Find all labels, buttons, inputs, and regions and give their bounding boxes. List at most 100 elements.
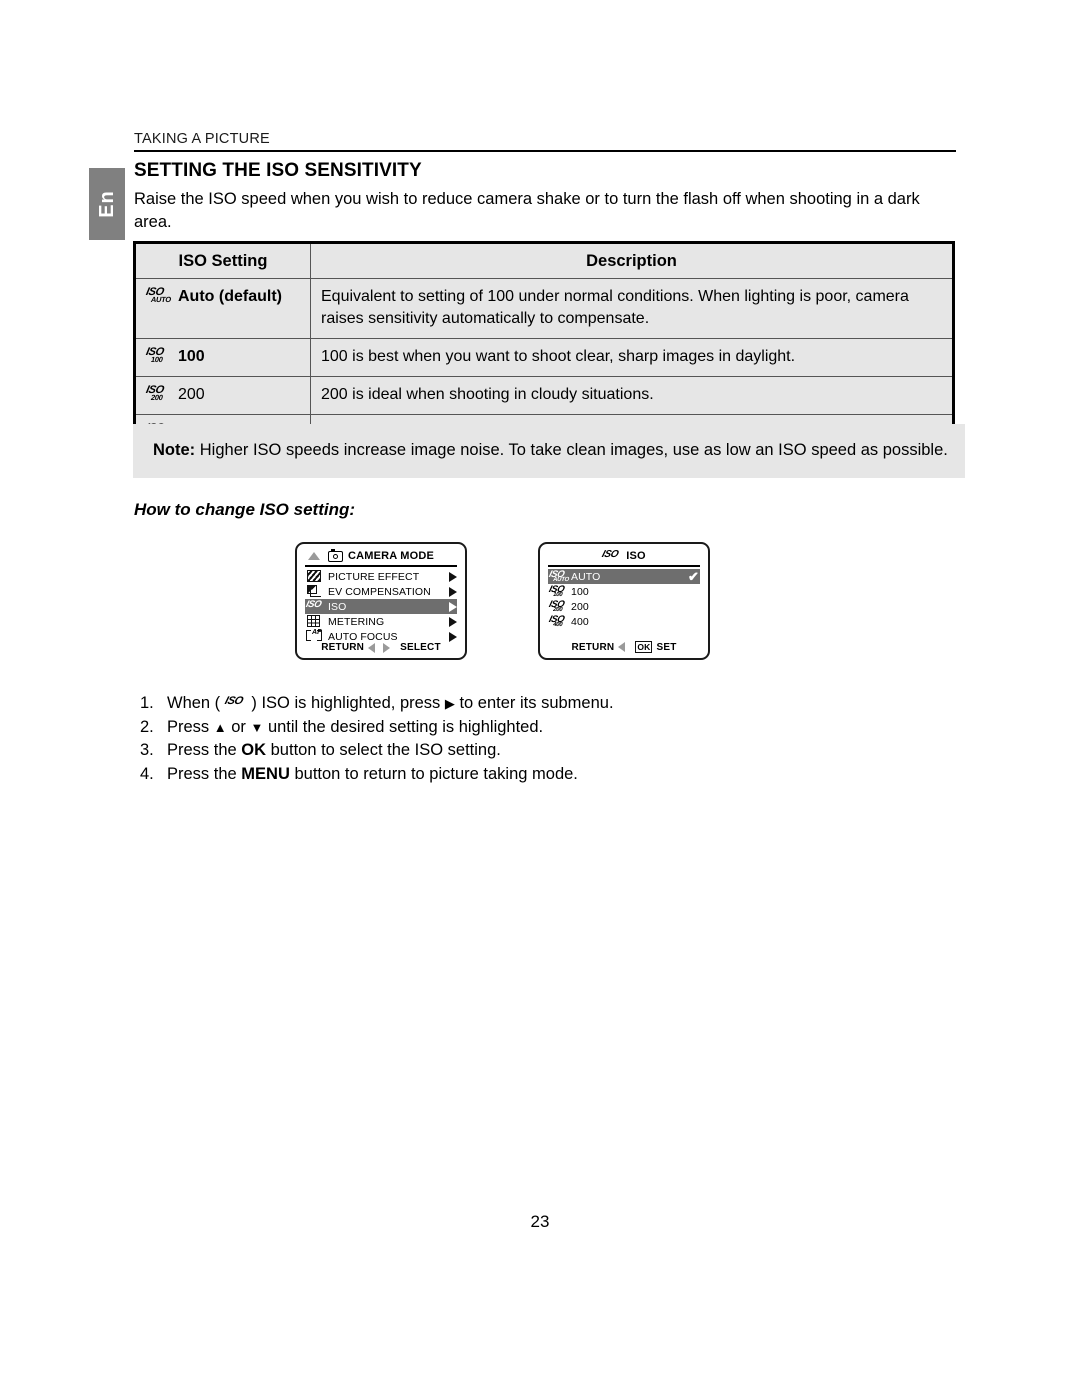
menu-item-iso[interactable]: ISO ISO — [305, 599, 457, 614]
step-text: When ( ISO ) ISO is highlighted, press ▶… — [167, 694, 614, 712]
iso-option-100[interactable]: ISO 100 100 — [548, 584, 700, 599]
step-text: Press the OK button to select the ISO se… — [167, 741, 501, 759]
iso-400-icon: ISO400 — [547, 614, 566, 628]
chevron-right-icon — [449, 571, 457, 582]
instruction-steps: 1. When ( ISO ) ISO is highlighted, pres… — [140, 692, 840, 786]
iso-option-400[interactable]: ISO 400 400 — [548, 614, 700, 629]
cell-iso-setting: ISO 100 100 — [134, 338, 311, 377]
iso-option-label: 400 — [571, 615, 589, 628]
up-arrow-icon: ▲ — [213, 719, 227, 735]
howto-heading: How to change ISO setting: — [134, 500, 356, 519]
screen-title-bar: CAMERA MODE — [297, 547, 465, 565]
iso-option-200[interactable]: ISO 200 200 — [548, 599, 700, 614]
menu-item-label: AUTO FOCUS — [328, 630, 398, 643]
ok-key-icon: OK — [635, 641, 653, 653]
iso-auto-icon: ISO AUTO — [144, 286, 172, 304]
step-4: 4. Press the MENU button to return to pi… — [140, 763, 840, 787]
chevron-right-icon — [449, 616, 457, 627]
chevron-right-icon — [449, 631, 457, 642]
table-header-row: ISO Setting Description — [134, 242, 954, 279]
iso-option-label: AUTO — [571, 570, 601, 583]
screen-divider — [305, 565, 457, 567]
checkmark-icon: ✔ — [688, 569, 699, 584]
iso-option-label: 200 — [571, 600, 589, 613]
step-3: 3. Press the OK button to select the ISO… — [140, 739, 840, 763]
left-arrow-icon — [618, 642, 626, 652]
note-box: Note: Higher ISO speeds increase image n… — [133, 424, 965, 478]
metering-grid-icon — [306, 615, 323, 628]
menu-item-label: ISO — [328, 600, 347, 613]
iso-200-icon: ISO 200 — [547, 599, 566, 613]
step-number: 4. — [140, 764, 154, 783]
camera-icon — [327, 548, 343, 562]
camera-mode-menu-screen: CAMERA MODE PICTURE EFFECT EV COMPENSATI… — [295, 542, 467, 660]
page-title: SETTING THE ISO SENSITIVITY — [134, 160, 422, 181]
picture-effect-icon — [306, 570, 323, 583]
select-label: SELECT — [400, 642, 441, 653]
iso-icon: ISO — [304, 599, 323, 610]
iso-200-icon: ISO 200 — [144, 384, 165, 402]
iso-100-icon: ISO 100 — [144, 346, 165, 364]
scroll-up-arrow-icon — [308, 552, 320, 560]
table-row: ISO AUTO Auto (default) Equivalent to set… — [134, 278, 954, 339]
menu-item-ev-compensation[interactable]: EV COMPENSATION — [305, 584, 457, 599]
ok-button-name: OK — [241, 741, 267, 759]
manual-page: En TAKING A PICTURE SETTING THE ISO SENS… — [0, 0, 1080, 1381]
iso-setting-label: 100 — [178, 348, 205, 365]
cell-description: 200 is ideal when shooting in cloudy sit… — [310, 376, 954, 415]
iso-settings-table: ISO Setting Description ISO AUTO Auto (de… — [133, 241, 955, 455]
return-label: RETURN — [571, 641, 615, 653]
menu-item-metering[interactable]: METERING — [305, 614, 457, 629]
running-head: TAKING A PICTURE — [134, 131, 270, 147]
left-arrow-icon — [368, 642, 376, 653]
step-number: 1. — [140, 694, 154, 712]
screen-title-bar: ISO ISO — [540, 547, 708, 565]
language-tab-en: En — [89, 168, 125, 240]
step-2: 2. Press ▲ or ▼ until the desired settin… — [140, 716, 840, 740]
table-row: ISO 100 100 100 is best when you want to … — [134, 338, 954, 377]
column-header-iso-setting: ISO Setting — [134, 242, 311, 279]
return-label: RETURN — [321, 642, 365, 653]
note-label: Note: — [153, 441, 196, 459]
iso-icon: ISO — [223, 695, 245, 707]
page-number: 23 — [530, 1212, 550, 1231]
note-text: Higher ISO speeds increase image noise. … — [195, 441, 948, 459]
screen-footer: RETURN OK SET — [540, 641, 708, 653]
step-1: 1. When ( ISO ) ISO is highlighted, pres… — [140, 692, 840, 716]
iso-option-label: 100 — [571, 585, 589, 598]
set-label: SET — [656, 641, 677, 653]
cell-description: Equivalent to setting of 100 under norma… — [310, 278, 954, 339]
cell-iso-setting: ISO AUTO Auto (default) — [134, 278, 311, 339]
right-arrow-icon: ▶ — [444, 696, 455, 711]
chevron-right-icon — [449, 601, 457, 612]
table-row: ISO 200 200 200 is ideal when shooting in… — [134, 376, 954, 415]
language-tab-label: En — [96, 190, 118, 218]
step-number: 2. — [140, 717, 154, 736]
step-text: Press the MENU button to return to pictu… — [167, 764, 578, 783]
screen-title-label: CAMERA MODE — [347, 550, 435, 562]
iso-setting-label: Auto (default) — [178, 288, 282, 305]
iso-option-list: ISO AUTO AUTO ✔ ISO 100 100 ISO 200 200 IS — [540, 569, 708, 629]
cell-iso-setting: ISO 200 200 — [134, 376, 311, 415]
menu-list: PICTURE EFFECT EV COMPENSATION ISO ISO M… — [297, 569, 465, 644]
cell-description: 100 is best when you want to shoot clear… — [310, 338, 954, 377]
iso-auto-icon: ISO AUTO — [547, 569, 570, 583]
menu-item-picture-effect[interactable]: PICTURE EFFECT — [305, 569, 457, 584]
header-rule — [134, 150, 956, 152]
ev-compensation-icon — [306, 585, 323, 598]
iso-setting-label: 200 — [178, 386, 205, 403]
step-text: Press ▲ or ▼ until the desired setting i… — [167, 717, 544, 736]
right-arrow-icon — [383, 642, 391, 653]
screen-title-label: ISO — [626, 550, 646, 562]
menu-item-label: EV COMPENSATION — [328, 585, 431, 598]
iso-option-auto[interactable]: ISO AUTO AUTO ✔ — [548, 569, 700, 584]
step-number: 3. — [140, 741, 154, 759]
screen-footer: RETURN SELECT — [297, 642, 465, 653]
menu-item-label: METERING — [328, 615, 385, 628]
screen-divider — [548, 565, 700, 567]
intro-paragraph: Raise the ISO speed when you wish to red… — [134, 190, 920, 231]
iso-icon: ISO — [600, 548, 620, 560]
down-arrow-icon: ▼ — [250, 719, 264, 735]
iso-100-icon: ISO 100 — [547, 584, 566, 598]
column-header-description: Description — [310, 242, 954, 279]
